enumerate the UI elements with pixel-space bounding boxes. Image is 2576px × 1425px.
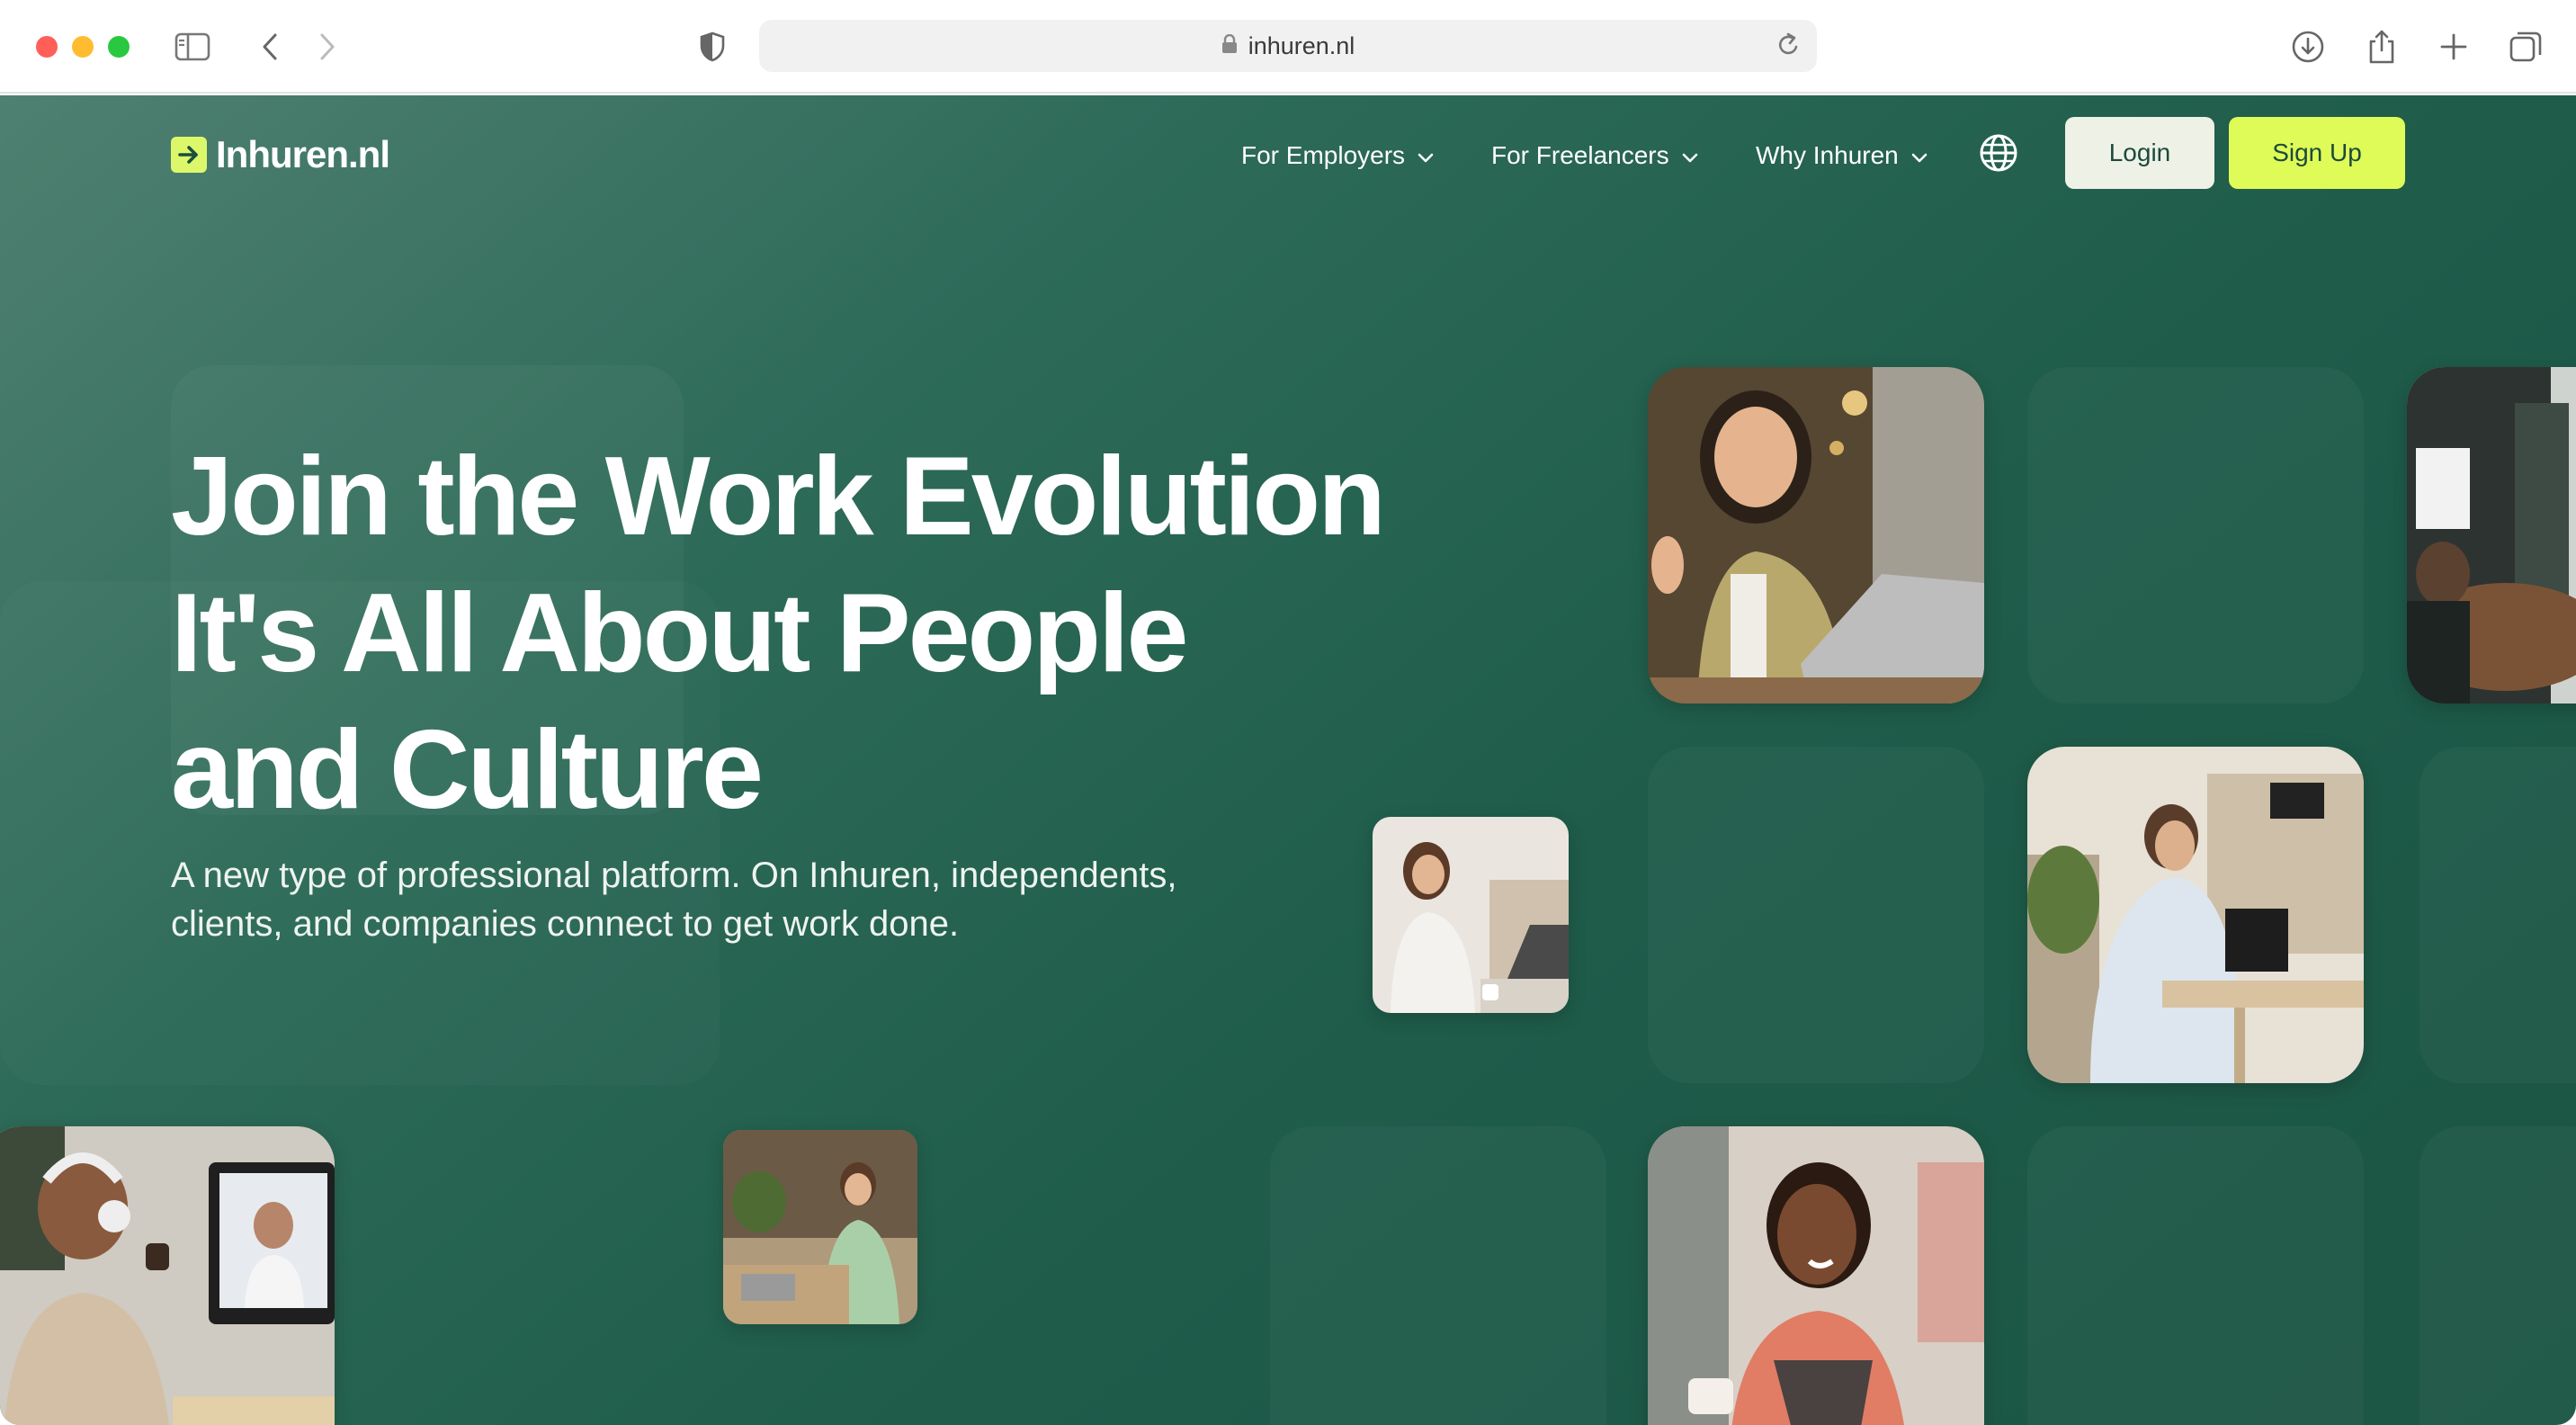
sidebar-toggle-icon[interactable]: [171, 25, 214, 68]
zoom-window-button[interactable]: [108, 36, 130, 58]
photo-man-headphones: [0, 1126, 335, 1425]
photo-woman-couch: [1373, 817, 1569, 1013]
minimize-window-button[interactable]: [72, 36, 94, 58]
arrow-right-icon: [171, 137, 207, 173]
globe-icon[interactable]: [1977, 131, 2020, 175]
nav-for-employers[interactable]: For Employers: [1241, 135, 1434, 176]
photo-woman-cafe: [1648, 1126, 1984, 1425]
web-page: Inhuren.nl For Employers For Freelancers…: [0, 95, 2576, 1425]
photo-office-meeting: [2407, 367, 2576, 704]
browser-toolbar: inhuren.nl: [0, 0, 2576, 94]
photo-woman-laptop: [1648, 367, 1984, 704]
chevron-down-icon: [1682, 141, 1698, 170]
nav-for-freelancers[interactable]: For Freelancers: [1491, 135, 1698, 176]
close-window-button[interactable]: [36, 36, 58, 58]
photo-woman-plants: [723, 1130, 917, 1324]
hero-title-line: Join the Work Evolution: [171, 435, 1386, 559]
logo-text: Inhuren.nl: [216, 133, 390, 175]
hero-subtitle: A new type of professional platform. On …: [171, 851, 1340, 948]
hero-title-line: It's All About People: [171, 571, 1188, 695]
background-tile: [2027, 1126, 2364, 1425]
hero-subtitle-line: clients, and companies connect to get wo…: [171, 904, 960, 944]
nav-for-freelancers-label: For Freelancers: [1491, 141, 1669, 169]
chevron-down-icon: [1418, 141, 1434, 170]
nav-why-inhuren[interactable]: Why Inhuren: [1756, 135, 1928, 176]
nav-why-inhuren-label: Why Inhuren: [1756, 141, 1899, 169]
background-tile: [1270, 1126, 1606, 1425]
chevron-left-icon[interactable]: [248, 25, 291, 68]
background-tile: [2419, 747, 2576, 1083]
site-header: Inhuren.nl For Employers For Freelancers…: [0, 95, 2576, 212]
hero-title: Join the Work Evolution It's All About P…: [171, 428, 1520, 838]
background-tile: [2419, 1126, 2576, 1425]
background-tile: [2027, 367, 2364, 704]
lock-icon: [1221, 32, 1238, 60]
browser-window: inhuren.nl Inhuren.nl For Employers For …: [0, 0, 2576, 1425]
address-bar[interactable]: inhuren.nl: [759, 20, 1817, 72]
hero-subtitle-line: A new type of professional platform. On …: [171, 856, 1177, 895]
privacy-shield-icon[interactable]: [691, 25, 734, 68]
chevron-down-icon: [1911, 141, 1928, 170]
download-icon[interactable]: [2286, 25, 2330, 68]
plus-icon[interactable]: [2432, 25, 2475, 68]
hero-title-line: and Culture: [171, 708, 764, 832]
nav-for-employers-label: For Employers: [1241, 141, 1406, 169]
share-icon[interactable]: [2360, 25, 2403, 68]
photo-man-desk: [2027, 747, 2364, 1083]
site-logo[interactable]: Inhuren.nl: [171, 133, 390, 176]
tab-overview-icon[interactable]: [2504, 25, 2547, 68]
chevron-right-icon[interactable]: [306, 25, 349, 68]
login-button[interactable]: Login: [2065, 117, 2214, 189]
sign-up-button[interactable]: Sign Up: [2229, 117, 2405, 189]
url-text: inhuren.nl: [1248, 31, 1355, 59]
reload-icon[interactable]: [1775, 31, 1801, 65]
background-tile: [1648, 747, 1984, 1083]
